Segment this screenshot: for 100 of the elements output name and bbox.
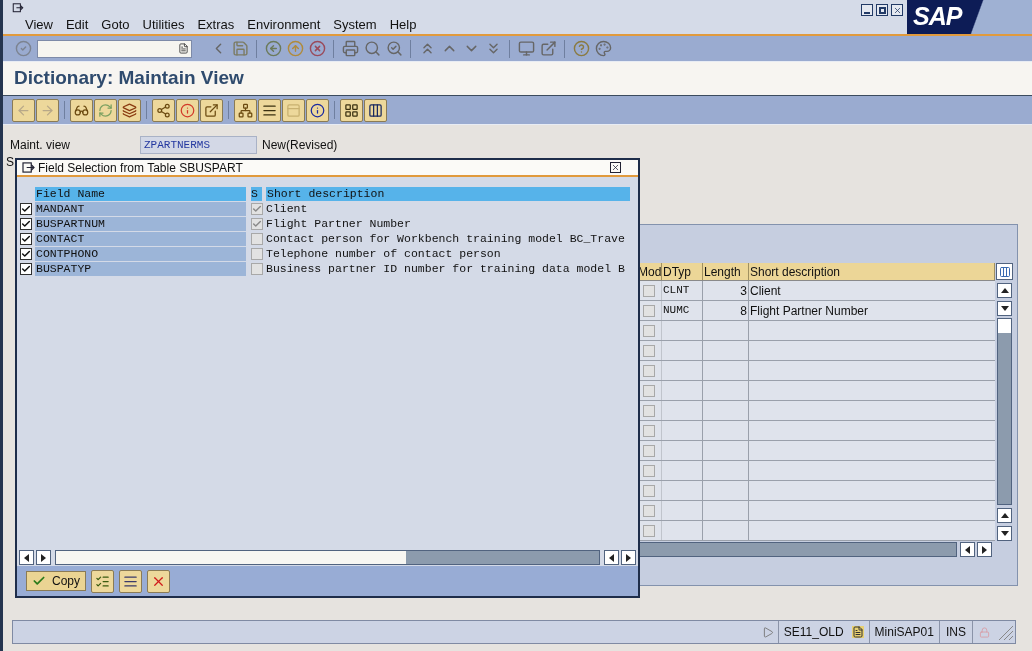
menu-item[interactable]: Edit <box>65 14 89 34</box>
menu-item[interactable]: Utilities <box>142 14 185 34</box>
checkbox[interactable] <box>20 202 32 215</box>
status-text: New(Revised) <box>262 137 338 154</box>
checkbox[interactable] <box>643 444 655 457</box>
checkbox[interactable] <box>251 247 263 260</box>
checkbox[interactable] <box>20 262 32 275</box>
description-cell: Telephone number of contact person <box>266 246 501 261</box>
save-icon[interactable] <box>230 38 250 59</box>
command-field[interactable] <box>37 39 192 58</box>
checkbox[interactable] <box>20 217 32 230</box>
scroll-left-button[interactable] <box>960 542 975 557</box>
hierarchy-button[interactable] <box>234 98 257 122</box>
transaction-code: SE11_OLD <box>783 624 844 641</box>
checkbox[interactable] <box>643 324 655 337</box>
menu-item[interactable]: Help <box>389 14 417 34</box>
field-name-cell[interactable]: CONTPHONO <box>35 246 246 261</box>
columns-button[interactable] <box>364 98 387 122</box>
expand-icon[interactable] <box>762 626 774 638</box>
back-icon[interactable] <box>263 38 283 59</box>
layout-icon[interactable] <box>593 38 613 59</box>
field-name-cell[interactable]: CONTACT <box>35 231 246 246</box>
menu-item[interactable]: Goto <box>101 14 130 34</box>
print-icon[interactable] <box>340 38 360 59</box>
cancel-icon[interactable] <box>307 38 327 59</box>
scroll-down-button[interactable] <box>997 301 1012 316</box>
checkbox[interactable] <box>643 464 655 477</box>
resize-grip-icon[interactable] <box>996 623 1014 641</box>
help-icon[interactable] <box>571 38 591 59</box>
dropdown-icon[interactable] <box>178 43 189 54</box>
previous-object-button[interactable] <box>12 98 35 122</box>
checkbox[interactable] <box>251 232 263 245</box>
menu-item[interactable]: System <box>333 14 377 34</box>
scroll-right-button[interactable] <box>977 542 992 557</box>
checkbox[interactable] <box>643 284 655 297</box>
list-icon[interactable] <box>851 626 864 638</box>
scroll-right-button[interactable] <box>621 550 636 565</box>
checkbox[interactable] <box>643 344 655 357</box>
display-change-button[interactable] <box>70 98 93 122</box>
new-session-icon[interactable] <box>516 38 536 59</box>
checkbox[interactable] <box>643 424 655 437</box>
scroll-right-button[interactable] <box>36 550 51 565</box>
list-icon <box>262 102 277 118</box>
scroll-down-button[interactable] <box>997 526 1012 541</box>
field-name-cell[interactable]: BUSPATYP <box>35 261 246 276</box>
menu-item[interactable]: Environment <box>247 14 321 34</box>
field-label: Maint. view <box>10 137 72 154</box>
checkbox[interactable] <box>20 232 32 245</box>
deselect-all-button[interactable] <box>119 569 142 593</box>
minimize-button[interactable] <box>861 4 873 16</box>
columns-icon <box>368 102 383 118</box>
column-header[interactable]: S <box>251 186 262 201</box>
shortcut-icon[interactable] <box>538 38 558 59</box>
column-header[interactable]: Short description <box>266 186 630 201</box>
table-cell-text: 3 <box>740 282 747 300</box>
field-name-cell[interactable]: MANDANT <box>35 201 246 216</box>
checkbox[interactable] <box>643 404 655 417</box>
column-settings-icon[interactable] <box>996 263 1013 280</box>
list-button[interactable] <box>258 98 281 122</box>
checkbox[interactable] <box>643 364 655 377</box>
horizontal-scrollbar[interactable] <box>55 550 600 565</box>
menu-icon[interactable] <box>11 3 25 13</box>
checkbox[interactable] <box>643 504 655 517</box>
maximize-button[interactable] <box>876 4 888 16</box>
field-name-cell[interactable]: BUSPARTNUM <box>35 216 246 231</box>
next-object-button[interactable] <box>36 98 59 122</box>
vertical-scrollbar[interactable] <box>997 318 1012 505</box>
cancel-button[interactable] <box>147 569 170 593</box>
menu-item[interactable]: View <box>25 14 53 34</box>
screen-title: Dictionary: Maintain View <box>14 66 244 91</box>
checkbox[interactable] <box>251 262 263 275</box>
checkbox[interactable] <box>20 247 32 260</box>
close-button[interactable] <box>891 4 903 16</box>
column-header[interactable]: Short description <box>749 263 995 280</box>
select-all-button[interactable] <box>91 569 114 593</box>
copy-button[interactable]: Copy <box>26 571 86 591</box>
checkbox[interactable] <box>643 484 655 497</box>
checkbox[interactable] <box>643 524 655 537</box>
scroll-left-button[interactable] <box>19 550 34 565</box>
horizontal-scrollbar[interactable] <box>637 542 957 557</box>
column-header[interactable]: Length <box>703 263 749 280</box>
dialog-title: Field Selection from Table SBUSPART <box>38 159 244 177</box>
enter-icon[interactable] <box>13 38 33 59</box>
sap-logo: SAP <box>907 0 1032 34</box>
scroll-up-button[interactable] <box>997 283 1012 298</box>
select-all-icon <box>95 573 110 589</box>
scroll-left-button[interactable] <box>604 550 619 565</box>
column-header[interactable]: Field Name <box>35 186 246 201</box>
system-name: MiniSAP01 <box>868 621 939 643</box>
close-icon <box>892 5 902 15</box>
checkbox[interactable] <box>251 202 263 215</box>
column-header[interactable]: DTyp <box>662 263 703 280</box>
checkbox[interactable] <box>643 304 655 317</box>
scroll-up-button[interactable] <box>997 508 1012 523</box>
info-button[interactable] <box>306 98 329 122</box>
view-name-field[interactable]: ZPARTNERMS <box>140 136 257 154</box>
menu-item[interactable]: Extras <box>197 14 235 34</box>
checkbox[interactable] <box>251 217 263 230</box>
close-button[interactable] <box>610 162 621 173</box>
checkbox[interactable] <box>643 384 655 397</box>
